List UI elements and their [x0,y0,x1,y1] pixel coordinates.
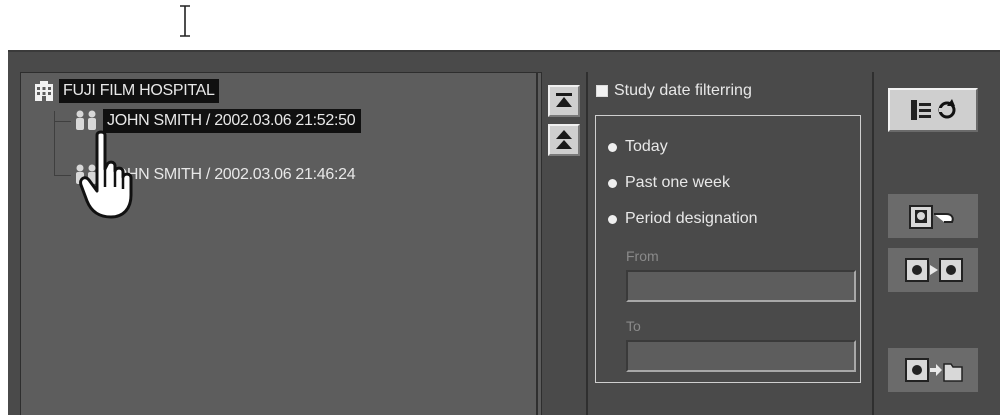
tree-connector [54,121,71,122]
text-cursor-icon [180,5,190,37]
radio-period-designation[interactable]: Period designation [608,210,758,228]
radio-indicator [608,214,617,224]
refresh-tree-icon [911,99,956,120]
study-label: JOHN SMITH / 2002.03.06 21:46:24 [107,166,356,183]
export-to-folder-button[interactable] [888,348,978,392]
tree-connector [54,175,71,176]
study-browser-window: FUJI FILM HOSPITAL JOHN SMITH / 2002.03.… [8,50,1000,415]
radio-today[interactable]: Today [608,138,668,156]
radio-indicator [608,142,617,152]
hand-pointer-icon [79,130,133,219]
study-tree-panel[interactable]: FUJI FILM HOSPITAL JOHN SMITH / 2002.03.… [20,72,542,415]
scroll-to-top-button[interactable] [548,85,580,117]
radio-indicator [608,178,617,188]
export-to-folder-icon [905,358,963,382]
scroll-up-button[interactable] [548,124,580,156]
panel-divider [872,72,874,415]
study-transfer-icon [905,258,963,282]
from-label: From [626,248,659,264]
study-transfer-button[interactable] [888,248,978,292]
scroll-to-top-icon [556,93,572,107]
tree-root-label: FUJI FILM HOSPITAL [59,79,219,103]
send-study-button[interactable] [888,194,978,238]
radio-past-one-week[interactable]: Past one week [608,174,730,192]
radio-label: Period designation [625,210,758,227]
send-study-icon [909,205,954,229]
panel-divider [586,72,588,415]
study-label: JOHN SMITH / 2002.03.06 21:52:50 [103,109,362,133]
study-date-filter-toggle[interactable]: Study date filterring [596,82,752,100]
hospital-icon [35,81,53,101]
tree-root-hospital[interactable]: FUJI FILM HOSPITAL [33,77,219,105]
date-filter-group: Today Past one week Period designation F… [595,115,861,383]
to-date-input[interactable] [626,340,856,372]
filter-title: Study date filterring [614,82,752,99]
from-date-input[interactable] [626,270,856,302]
radio-label: Past one week [625,174,730,191]
scroll-up-icon [556,130,572,149]
refresh-tree-button[interactable] [888,88,978,132]
radio-label: Today [625,138,668,155]
to-label: To [626,318,641,334]
study-date-filter-checkbox[interactable] [596,85,608,97]
panel-divider [536,72,538,415]
